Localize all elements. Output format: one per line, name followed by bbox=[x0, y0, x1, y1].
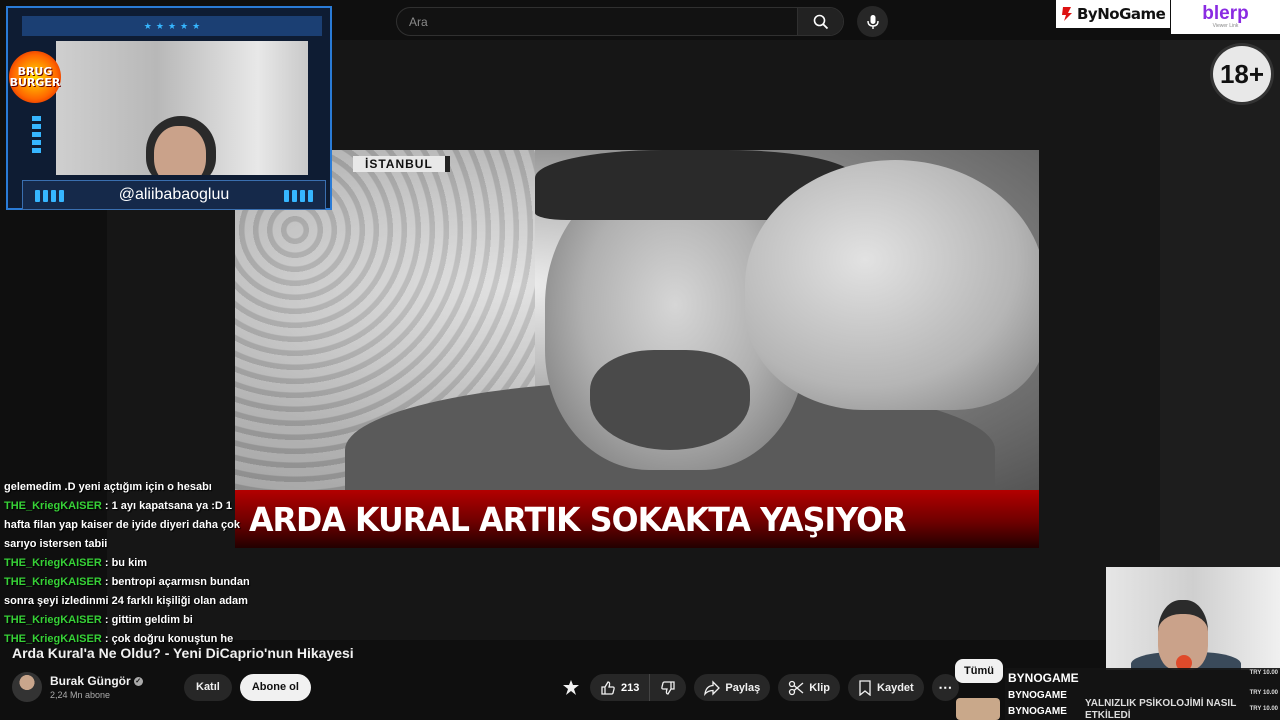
frame-beard bbox=[590, 350, 750, 450]
search-input[interactable]: Ara bbox=[397, 8, 797, 35]
frame-arm bbox=[745, 160, 1039, 410]
share-label: Paylaş bbox=[725, 681, 761, 694]
dislike-button[interactable] bbox=[650, 674, 686, 701]
channel-info: Burak Güngör ✓ 2,24 Mn abone bbox=[50, 674, 150, 700]
facecam-side-leds bbox=[32, 116, 41, 153]
search-icon bbox=[813, 14, 828, 29]
blerp-logo-text: blerp bbox=[1202, 3, 1249, 24]
ticker-name: BYNOGAME bbox=[1008, 690, 1067, 701]
ticker-price: TRY 10.00 bbox=[1249, 690, 1278, 696]
chat-username: THE_KriegKAISER bbox=[4, 633, 102, 645]
channel-name[interactable]: Burak Güngör bbox=[50, 674, 131, 688]
location-tag: İSTANBUL bbox=[353, 156, 450, 172]
chat-username: THE_KriegKAISER bbox=[4, 500, 102, 512]
join-button[interactable]: Katıl bbox=[184, 673, 232, 701]
blerp-logo: blerp Viewer Link bbox=[1171, 0, 1280, 34]
channel-avatar[interactable] bbox=[12, 672, 42, 702]
save-label: Kaydet bbox=[877, 681, 914, 694]
star-icon: ★ bbox=[143, 20, 152, 31]
save-button[interactable]: Kaydet bbox=[848, 674, 924, 701]
facecam-video bbox=[56, 41, 308, 175]
scissors-icon bbox=[789, 680, 804, 695]
gift-icon[interactable] bbox=[560, 677, 582, 699]
ticker-name: BYNOGAME bbox=[1008, 671, 1079, 685]
search-button[interactable] bbox=[797, 8, 843, 35]
burst-icon: BRUG BURGER bbox=[9, 51, 61, 103]
thumbs-down-icon bbox=[661, 680, 676, 695]
video-frame bbox=[235, 150, 1039, 520]
voice-search-button[interactable] bbox=[857, 6, 888, 37]
headline-text: ARDA KURAL ARTIK SOKAKTA YAŞIYOR bbox=[249, 499, 907, 539]
video-actions: 213 Paylaş Klip Kaydet ⋯ bbox=[560, 674, 959, 701]
blerp-logo-subtitle: Viewer Link bbox=[1212, 23, 1239, 29]
like-count: 213 bbox=[621, 681, 640, 694]
star-icon: ★ bbox=[167, 20, 177, 31]
ticker-price: TRY 10.00 bbox=[1249, 670, 1278, 676]
right-column bbox=[1160, 40, 1280, 580]
mic-icon bbox=[866, 14, 879, 29]
thumbs-up-icon bbox=[601, 680, 615, 695]
chat-username: THE_KriegKAISER bbox=[4, 576, 102, 588]
clip-button[interactable]: Klip bbox=[778, 674, 841, 701]
star-icon: ★ bbox=[192, 20, 201, 31]
chat-message: THE_KriegKAISER : gittim geldim bi bbox=[0, 611, 255, 630]
age-rating-badge: 18+ bbox=[1210, 43, 1274, 105]
like-dislike-group: 213 bbox=[590, 674, 687, 701]
filter-chip-all[interactable]: Tümü bbox=[955, 659, 1003, 683]
facecam-top-bar: ★ ★ ★ ★ ★ bbox=[22, 16, 322, 36]
headline-banner: ARDA KURAL ARTIK SOKAKTA YAŞIYOR bbox=[235, 490, 1039, 548]
star-icon: ★ bbox=[180, 20, 189, 31]
screen: Ara ByNoGame blerp Viewer Link 18+ İSTAN… bbox=[0, 0, 1280, 720]
chat-text: : gittim geldim bi bbox=[104, 614, 193, 626]
chat-message: THE_KriegKAISER : bu kim bbox=[0, 554, 255, 573]
chat-username: THE_KriegKAISER bbox=[4, 614, 102, 626]
video-title: Arda Kural'a Ne Oldu? - Yeni DiCaprio'nu… bbox=[12, 645, 354, 661]
verified-icon: ✓ bbox=[133, 676, 143, 686]
facecam-person-face bbox=[154, 126, 206, 175]
chat-message: THE_KriegKAISER : bentropi açarmısn bund… bbox=[0, 573, 255, 611]
chat-text: gelemedim .D yeni açtığım için o hesabı bbox=[4, 481, 212, 493]
bynogame-logo: ByNoGame bbox=[1056, 0, 1170, 28]
subscribe-button[interactable]: Abone ol bbox=[239, 673, 311, 701]
channel-row: Burak Güngör ✓ 2,24 Mn abone Katıl Abone… bbox=[12, 672, 311, 702]
chat-overlay: gelemedim .D yeni açtığım için o hesabı … bbox=[0, 478, 255, 654]
ticker-name: BYNOGAME bbox=[1008, 706, 1067, 717]
streamer-username: @aliibabaogluu bbox=[118, 186, 230, 203]
bynogame-logo-text: ByNoGame bbox=[1077, 5, 1166, 23]
gift-glyph bbox=[563, 679, 579, 695]
chat-message: gelemedim .D yeni açtığım için o hesabı bbox=[0, 478, 255, 497]
recommended-thumbnail[interactable] bbox=[956, 698, 1000, 720]
facecam-leds-right bbox=[284, 190, 313, 202]
chat-message: THE_KriegKAISER : 1 ayı kapatsana ya :D … bbox=[0, 497, 255, 554]
logo-line2: BURGER bbox=[9, 76, 61, 89]
secondary-facecam bbox=[1106, 567, 1280, 670]
chat-text: : çok doğru konuştun he bbox=[104, 633, 234, 645]
donation-ticker: BYNOGAME TRY 10.00 BYNOGAME TRY 10.00 BY… bbox=[1005, 668, 1280, 720]
share-button[interactable]: Paylaş bbox=[694, 674, 771, 701]
ticker-message: YALNIZLIK PSİKOLOJİMİ NASIL ETKİLEDİ bbox=[1085, 698, 1237, 720]
share-icon bbox=[704, 679, 721, 696]
video-player[interactable]: İSTANBUL ARDA KURAL ARTIK SOKAKTA YAŞIYO… bbox=[235, 150, 1039, 548]
subscriber-count: 2,24 Mn abone bbox=[50, 690, 111, 700]
star-icon: ★ bbox=[155, 20, 164, 31]
facecam-name-bar: @aliibabaogluu bbox=[22, 180, 326, 210]
channel-name-row[interactable]: Burak Güngör ✓ bbox=[50, 674, 150, 688]
chat-text: : bu kim bbox=[104, 557, 148, 569]
search-bar: Ara bbox=[396, 7, 844, 36]
like-button[interactable]: 213 bbox=[590, 674, 651, 701]
facecam-leds-left bbox=[35, 190, 64, 202]
clip-label: Klip bbox=[809, 681, 831, 694]
brug-burger-logo: BRUG BURGER bbox=[6, 36, 64, 118]
bookmark-icon bbox=[859, 679, 871, 696]
bynogame-mark-icon bbox=[1062, 7, 1072, 21]
chat-username: THE_KriegKAISER bbox=[4, 557, 102, 569]
